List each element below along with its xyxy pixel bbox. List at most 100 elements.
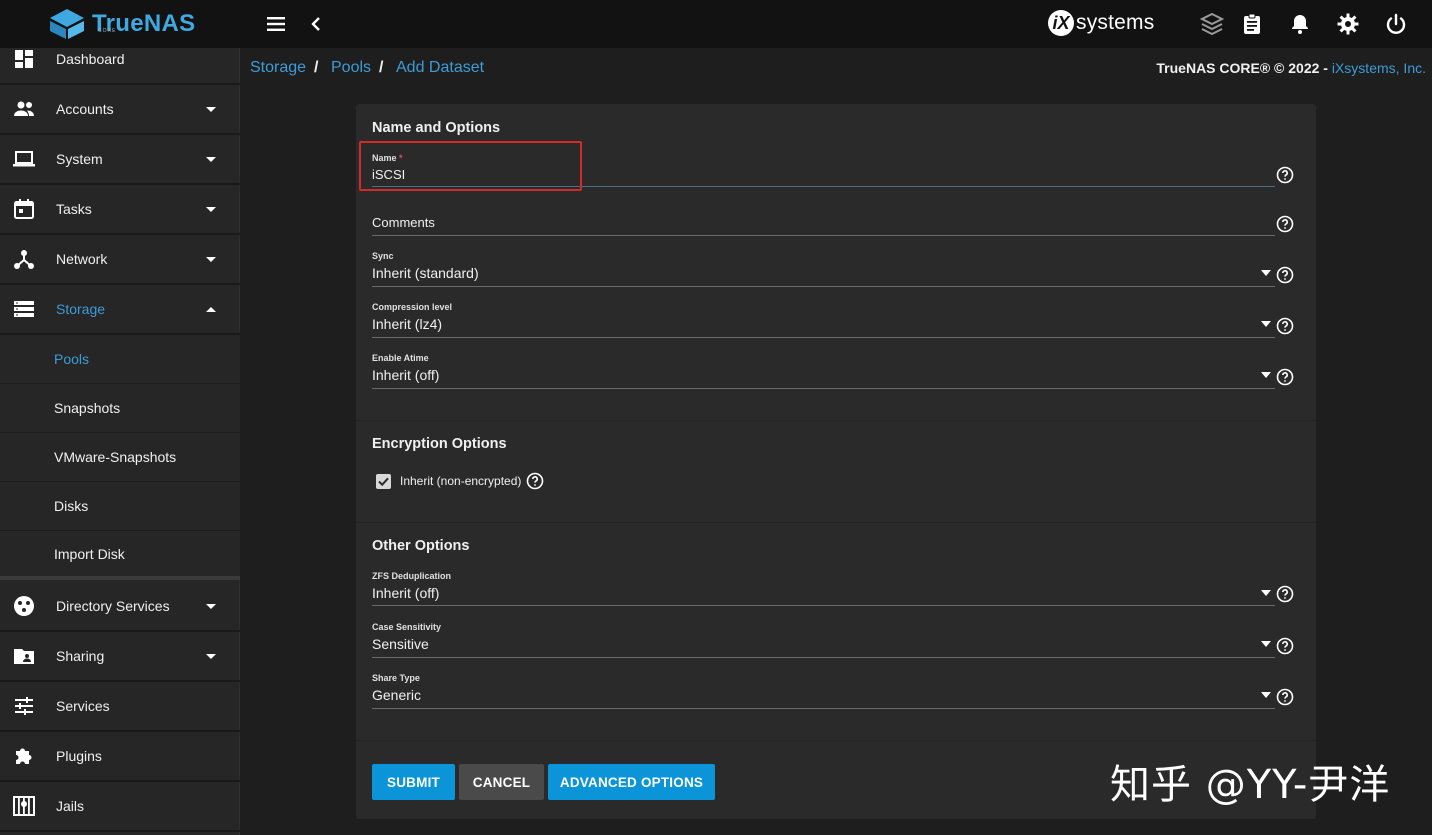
- name-underline: [372, 186, 1275, 187]
- sidebar-item-plugins[interactable]: Plugins: [0, 732, 240, 782]
- chevron-down-icon: [1261, 590, 1271, 596]
- dedup-value[interactable]: Inherit (off): [372, 585, 439, 601]
- atime-select[interactable]: Enable Atime Inherit (off): [372, 351, 1275, 393]
- comments-underline: [372, 235, 1275, 236]
- sidebar-item-services[interactable]: Services: [0, 682, 240, 732]
- share-type-underline: [372, 708, 1275, 709]
- watermark-text: 知乎 @YY-尹洋: [1110, 762, 1391, 808]
- cancel-button[interactable]: CANCEL: [459, 764, 544, 800]
- caret-up-icon: [206, 307, 216, 312]
- network-icon: [14, 250, 34, 269]
- sidebar-subitem-disks[interactable]: Disks: [0, 482, 240, 531]
- name-field[interactable]: Name * iSCSI: [372, 150, 1275, 190]
- sidebar-item-dashboard[interactable]: Dashboard: [0, 35, 240, 85]
- submit-button[interactable]: SUBMIT: [372, 764, 455, 800]
- sidebar-item-label: Plugins: [56, 748, 102, 764]
- dedup-underline: [372, 605, 1275, 606]
- comments-field[interactable]: Comments: [372, 204, 1275, 240]
- sidebar-item-label: System: [56, 151, 103, 167]
- chevron-left-icon[interactable]: [306, 12, 326, 36]
- share-type-select[interactable]: Share Type Generic: [372, 671, 1275, 713]
- case-sensitivity-underline: [372, 657, 1275, 658]
- breadcrumb-pools[interactable]: Pools: [331, 59, 371, 77]
- sync-select[interactable]: Sync Inherit (standard): [372, 249, 1275, 291]
- compression-value[interactable]: Inherit (lz4): [372, 316, 442, 332]
- sidebar-item-network[interactable]: Network: [0, 235, 240, 285]
- case-sensitivity-select[interactable]: Case Sensitivity Sensitive: [372, 620, 1275, 662]
- breadcrumb-separator: /: [379, 59, 384, 76]
- bell-icon[interactable]: [1288, 12, 1312, 36]
- copyright-text: TrueNAS CORE® © 2022 -: [1156, 60, 1332, 76]
- copyright-notice: TrueNAS CORE® © 2022 - iXsystems, Inc.: [1156, 60, 1426, 76]
- compression-select[interactable]: Compression level Inherit (lz4): [372, 300, 1275, 342]
- sidebar-subitem-label: Import Disk: [54, 545, 125, 562]
- sidebar-item-storage[interactable]: Storage: [0, 285, 240, 335]
- caret-down-icon: [206, 207, 216, 212]
- sidebar-item-label: Accounts: [56, 101, 114, 117]
- encryption-inherit-label[interactable]: Inherit (non-encrypted): [400, 474, 521, 488]
- help-icon[interactable]: [526, 472, 544, 490]
- section-divider: [356, 740, 1316, 741]
- calendar-icon: [14, 199, 34, 219]
- help-icon[interactable]: [1276, 688, 1294, 706]
- sidebar-subitem-vmware-snapshots[interactable]: VMware-Snapshots: [0, 433, 240, 482]
- caret-down-icon: [206, 654, 216, 659]
- caret-down-icon: [206, 157, 216, 162]
- logo-subtitle: CORE: [98, 28, 117, 34]
- sidebar-item-system[interactable]: System: [0, 135, 240, 185]
- chevron-down-icon: [1261, 321, 1271, 327]
- sidebar-item-label: Storage: [56, 301, 106, 317]
- case-sensitivity-value[interactable]: Sensitive: [372, 636, 429, 652]
- power-icon[interactable]: [1384, 12, 1408, 36]
- add-dataset-form: Name and Options Name * iSCSI Comments S…: [356, 104, 1316, 819]
- sidebar-item-sharing[interactable]: Sharing: [0, 632, 240, 682]
- sidebar-item-directory-services[interactable]: Directory Services: [0, 582, 240, 632]
- advanced-options-button[interactable]: ADVANCED OPTIONS: [548, 764, 715, 800]
- check-icon: [378, 477, 389, 487]
- name-input[interactable]: iSCSI: [372, 167, 405, 182]
- share-type-value[interactable]: Generic: [372, 687, 421, 703]
- sidebar-item-tasks[interactable]: Tasks: [0, 185, 240, 235]
- help-icon[interactable]: [1276, 166, 1294, 184]
- sync-value[interactable]: Inherit (standard): [372, 265, 479, 281]
- chevron-down-icon: [1261, 641, 1271, 647]
- encryption-inherit-checkbox[interactable]: [376, 474, 391, 489]
- help-icon[interactable]: [1276, 368, 1294, 386]
- help-icon[interactable]: [1276, 266, 1294, 284]
- sidebar-subitem-snapshots[interactable]: Snapshots: [0, 384, 240, 433]
- sidebar-item-label: Dashboard: [56, 51, 125, 67]
- sidebar-item-jails[interactable]: Jails: [0, 782, 240, 832]
- help-icon[interactable]: [1276, 585, 1294, 603]
- help-icon[interactable]: [1276, 637, 1294, 655]
- dedup-select[interactable]: ZFS Deduplication Inherit (off): [372, 569, 1275, 611]
- atime-label: Enable Atime: [372, 353, 429, 363]
- copyright-link[interactable]: iXsystems, Inc.: [1332, 60, 1426, 76]
- section-title-encryption: Encryption Options: [372, 436, 507, 452]
- sidebar-item-label: Directory Services: [56, 598, 170, 614]
- name-label-text: Name: [372, 153, 397, 163]
- dedup-label: ZFS Deduplication: [372, 571, 452, 581]
- layers-icon[interactable]: [1200, 12, 1224, 36]
- directory-icon: [14, 596, 34, 616]
- section-title-name-options: Name and Options: [372, 120, 501, 136]
- section-divider: [356, 522, 1316, 523]
- breadcrumb-storage[interactable]: Storage: [250, 59, 306, 77]
- clipboard-icon[interactable]: [1240, 12, 1264, 36]
- help-icon[interactable]: [1276, 215, 1294, 233]
- breadcrumb-add-dataset: Add Dataset: [396, 59, 485, 76]
- comments-placeholder[interactable]: Comments: [372, 215, 435, 230]
- sidebar-subitem-import-disk[interactable]: Import Disk: [0, 531, 240, 580]
- sidebar-subitem-label: Disks: [54, 498, 89, 514]
- sidebar-item-label: Jails: [56, 798, 85, 814]
- gear-icon[interactable]: [1336, 12, 1360, 36]
- ixsystems-brand: iX systems: [1048, 10, 1154, 36]
- sidebar-subitem-pools[interactable]: Pools: [0, 335, 240, 384]
- chevron-down-icon: [1261, 270, 1271, 276]
- dashboard-icon: [15, 50, 33, 68]
- ix-mark: iX: [1048, 10, 1074, 36]
- help-icon[interactable]: [1276, 317, 1294, 335]
- sidebar-item-accounts[interactable]: Accounts: [0, 85, 240, 135]
- atime-value[interactable]: Inherit (off): [372, 367, 439, 383]
- sidebar-item-label: Tasks: [56, 201, 92, 217]
- hamburger-menu-icon[interactable]: [264, 12, 288, 36]
